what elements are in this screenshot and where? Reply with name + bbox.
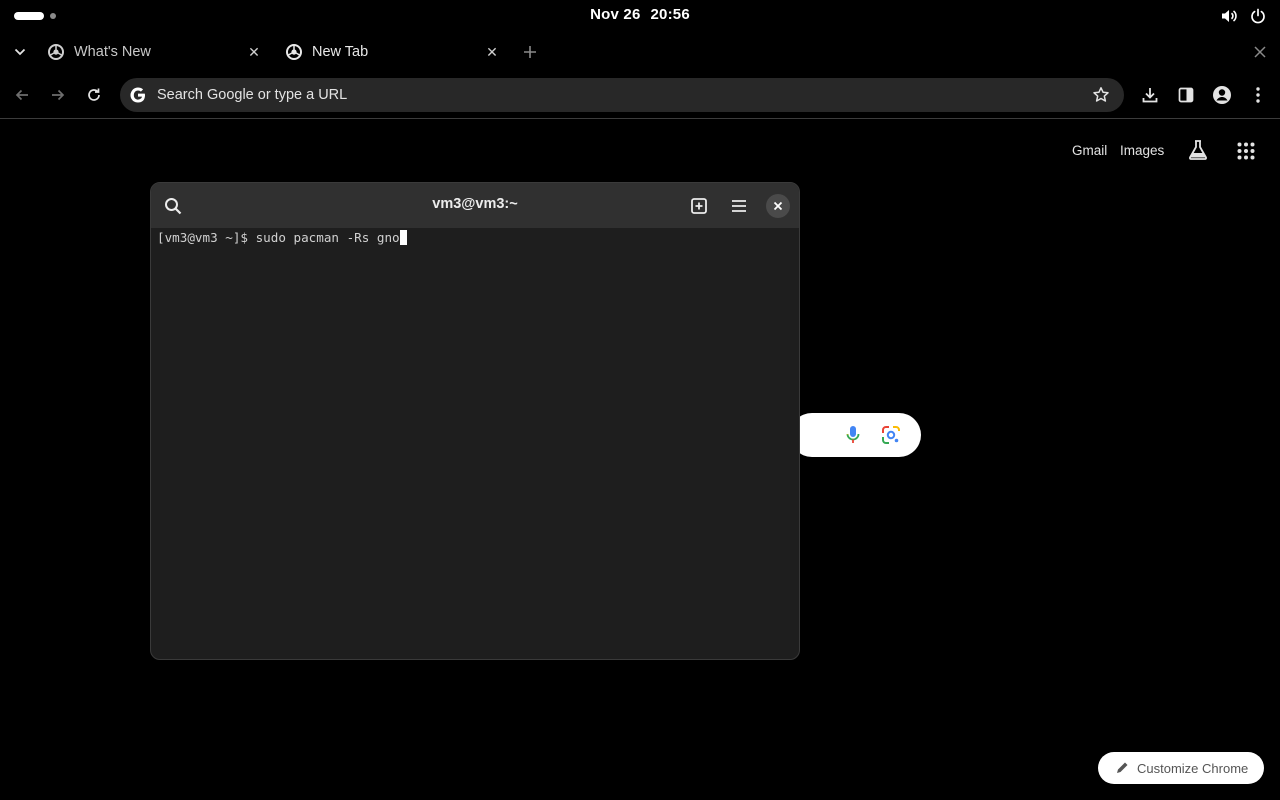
download-icon [1142,88,1158,103]
volume-icon[interactable] [1220,7,1238,25]
close-icon [773,201,783,211]
shell-prompt: [vm3@vm3 ~]$ [157,230,256,245]
gmail-link[interactable]: Gmail [1072,143,1107,158]
new-tab-icon [691,198,707,214]
customize-chrome-button[interactable]: Customize Chrome [1098,752,1264,784]
terminal-output[interactable]: [vm3@vm3 ~]$ sudo pacman -Rs gno [157,230,793,245]
pencil-icon [1117,762,1128,773]
plus-icon [524,46,536,58]
clock-date: Nov 26 [590,6,641,23]
window-close-button[interactable] [1250,42,1270,62]
google-g-icon [130,87,145,103]
chrome-icon [48,44,64,60]
new-tab-button[interactable] [520,42,540,62]
images-link[interactable]: Images [1120,143,1164,158]
google-lens-icon[interactable] [881,426,901,449]
side-panel-button[interactable] [1176,85,1196,105]
power-icon[interactable] [1250,8,1266,24]
ntp-search-box[interactable] [790,413,921,457]
close-icon[interactable]: ✕ [246,44,262,60]
back-button[interactable] [12,85,32,105]
tab-title: What's New [74,44,151,60]
arrow-left-icon [15,89,28,101]
chrome-icon [286,44,302,60]
shell-command: sudo pacman -Rs gno [255,230,400,245]
terminal-menu-button[interactable] [727,194,751,218]
forward-button[interactable] [48,85,68,105]
tab-whats-new[interactable]: What's New ✕ [40,36,268,68]
close-icon [1254,46,1266,58]
tab-strip: What's New ✕ New Tab ✕ [0,32,1280,72]
terminal-window[interactable]: vm3@vm3:~ [vm3@vm3 ~]$ sudo pacman -Rs g… [150,182,800,660]
terminal-header-bar[interactable]: vm3@vm3:~ [151,183,799,228]
kebab-menu-icon [1256,87,1260,103]
labs-flask-icon[interactable] [1187,139,1209,166]
hamburger-menu-icon [732,200,746,212]
microphone-icon[interactable] [846,425,860,450]
apps-grid-icon[interactable] [1237,142,1255,165]
gnome-top-bar: Nov 26 20:56 [0,0,1280,32]
clock[interactable]: Nov 26 20:56 [0,6,1280,23]
tab-search-button[interactable] [10,42,30,62]
profile-button[interactable] [1212,85,1232,105]
terminal-close-button[interactable] [766,194,790,218]
clock-time: 20:56 [650,6,690,23]
tab-new-tab[interactable]: New Tab ✕ [278,36,506,68]
terminal-new-tab-button[interactable] [687,194,711,218]
profile-icon [1213,86,1231,104]
omnibox[interactable]: Search Google or type a URL [120,78,1124,112]
close-icon[interactable]: ✕ [484,44,500,60]
reload-icon [88,88,100,101]
system-tray[interactable] [1220,7,1266,25]
browser-toolbar: Search Google or type a URL [0,72,1280,119]
chevron-down-icon [14,48,26,56]
customize-chrome-label: Customize Chrome [1137,760,1249,776]
omnibox-placeholder: Search Google or type a URL [157,87,348,103]
chrome-menu-button[interactable] [1248,85,1268,105]
tab-title: New Tab [312,44,369,60]
bookmark-star-icon[interactable] [1092,86,1110,104]
arrow-right-icon [52,89,65,101]
downloads-button[interactable] [1140,85,1160,105]
side-panel-icon [1178,87,1194,103]
text-cursor [399,230,407,245]
reload-button[interactable] [84,85,104,105]
